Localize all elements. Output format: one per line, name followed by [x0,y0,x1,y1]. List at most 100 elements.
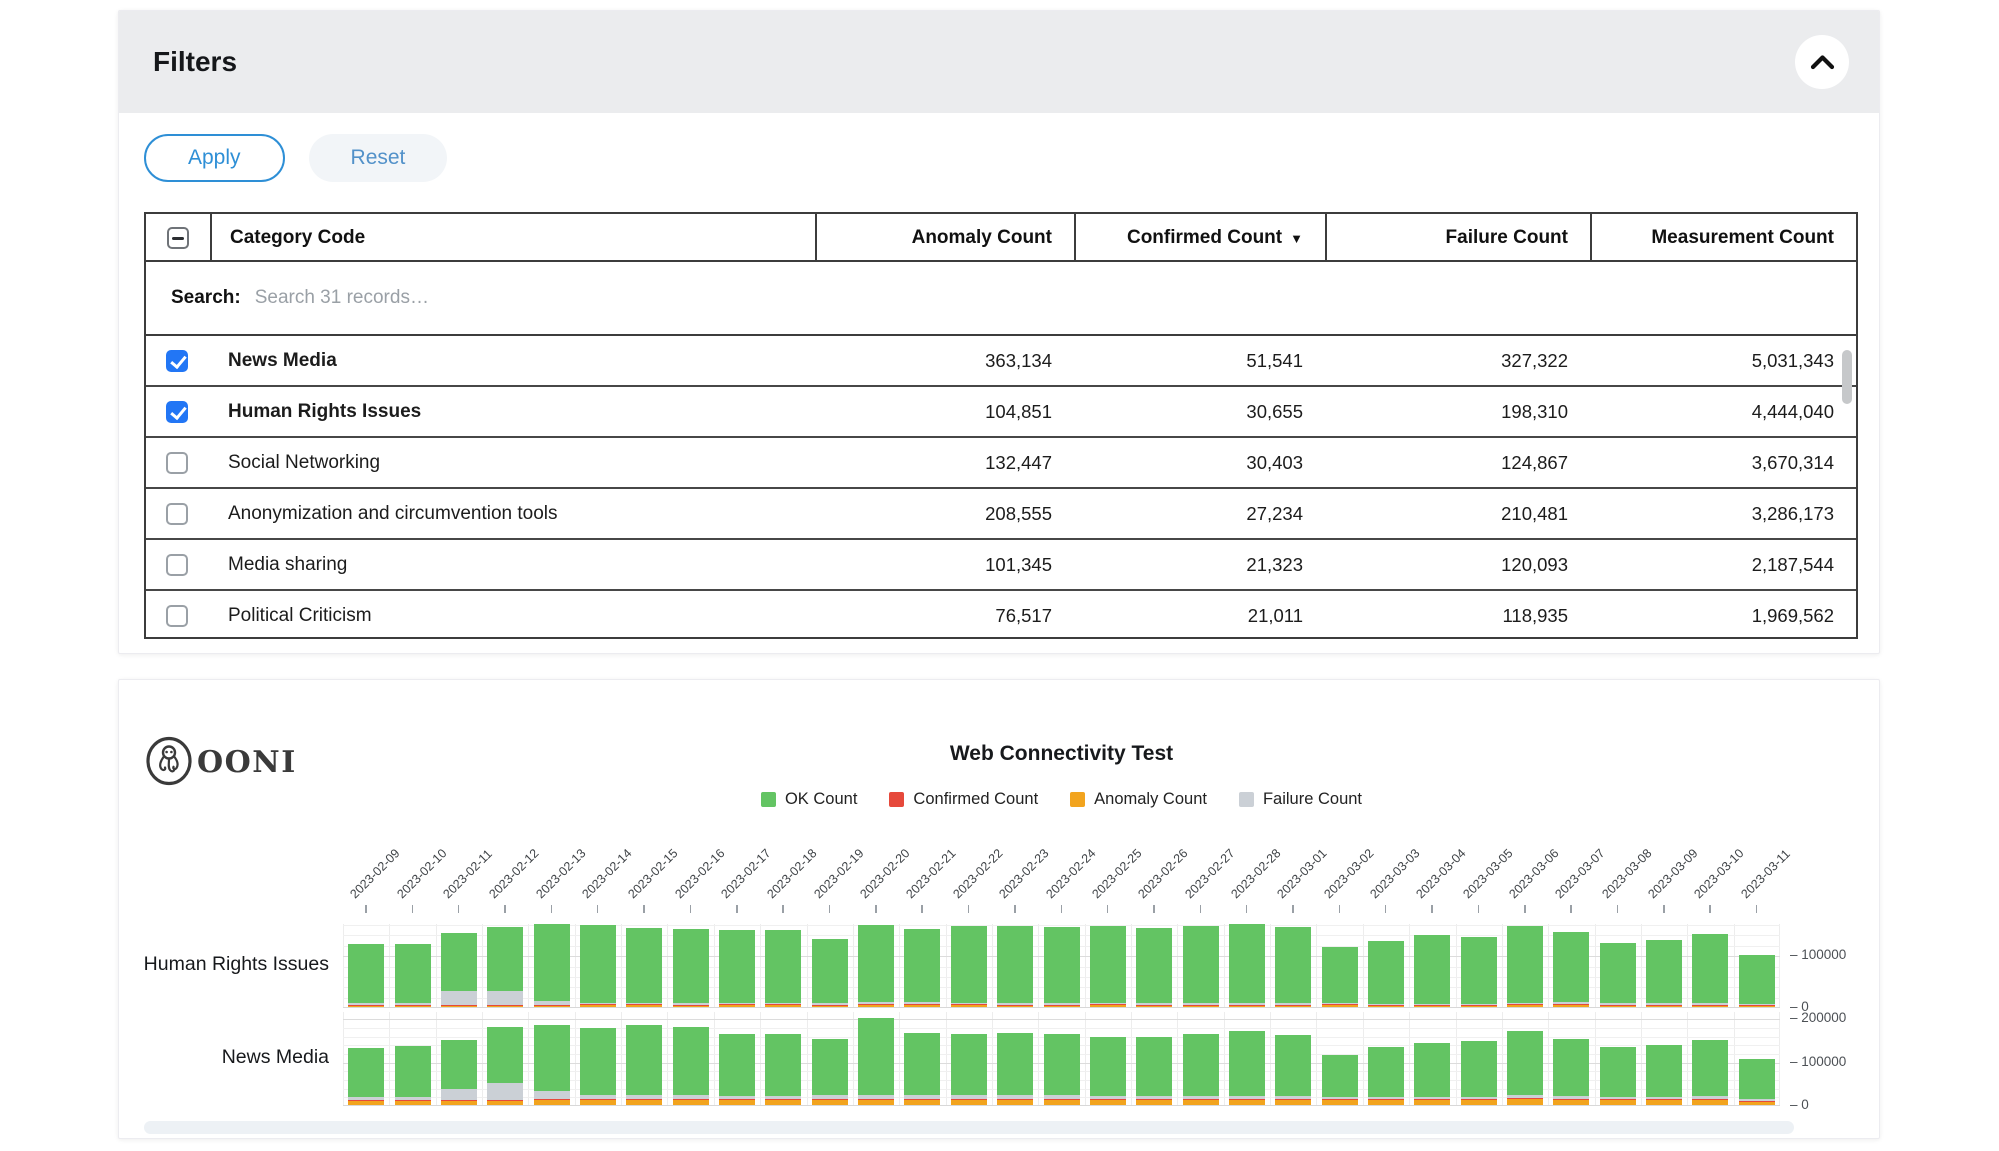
bar-segment-confirmed-count [441,1005,477,1006]
table-row[interactable]: Social Networking132,44730,403124,8673,6… [146,438,1856,489]
bar-segment-confirmed-count [1507,1004,1543,1005]
bar-segment-ok-count [1414,1043,1450,1098]
gridline-vertical [1641,924,1642,1007]
bar-segment-failure-count [534,1091,570,1099]
column-header-category-code[interactable]: Category Code [210,214,815,262]
bar-segment-confirmed-count [904,1004,940,1005]
table-row[interactable]: Political Criticism76,51721,011118,9351,… [146,591,1856,639]
bar-segment-confirmed-count [1229,1099,1265,1100]
search-label: Search: [171,287,241,309]
bar-segment-failure-count [441,1089,477,1100]
gridline-vertical [436,1012,437,1105]
gridline-vertical [1363,924,1364,1007]
column-header-measurement-count[interactable]: Measurement Count [1590,214,1856,262]
bar-segment-confirmed-count [1044,1005,1080,1006]
category-code-label: Political Criticism [210,605,815,627]
gridline-vertical [1177,1012,1178,1105]
measurement-count-value: 5,031,343 [1590,350,1856,372]
chart-title: Web Connectivity Test [343,742,1780,766]
row-checkbox-cell [146,554,210,576]
bar-segment-confirmed-count [1090,1004,1126,1005]
bar-segment-confirmed-count [626,1099,662,1100]
column-header-confirmed-count[interactable]: Confirmed Count ▼ [1074,214,1325,262]
x-axis-tick [1014,905,1016,913]
bar-segment-ok-count [534,924,570,1001]
bar-segment-failure-count [487,1083,523,1099]
row-checkbox[interactable] [166,554,188,576]
failure-count-value: 118,935 [1325,605,1590,627]
bar-segment-failure-count [348,1003,384,1005]
table-scrollbar-thumb[interactable] [1842,350,1852,404]
table-row[interactable]: News Media363,13451,541327,3225,031,343 [146,336,1856,387]
bar-segment-anomaly-count [858,1004,894,1007]
chart-row-label: News Media [119,1046,329,1069]
x-axis-tick [1617,905,1619,913]
x-axis-date-label: 2023-02-21 [904,846,960,902]
select-all-checkbox[interactable] [167,227,189,249]
bar-segment-anomaly-count [1739,1102,1775,1105]
bar-segment-failure-count [1553,1002,1589,1005]
bar-segment-ok-count [997,926,1033,1004]
bar-segment-ok-count [1183,1034,1219,1097]
bar-segment-ok-count [812,939,848,1004]
bar-segment-anomaly-count [1553,1005,1589,1007]
bar-segment-failure-count [1646,1097,1682,1099]
reset-button[interactable]: Reset [309,134,448,182]
bar-segment-confirmed-count [1322,1099,1358,1100]
table-row[interactable]: Anonymization and circumvention tools208… [146,489,1856,540]
bar-segment-failure-count [765,1096,801,1099]
y-axis-tick-label: – 200000 [1790,1010,1846,1025]
bar-segment-failure-count [1368,1097,1404,1099]
x-axis-tick [412,905,414,913]
bar-segment-ok-count [1507,1031,1543,1095]
apply-button[interactable]: Apply [144,134,285,182]
collapse-panel-button[interactable] [1795,35,1849,89]
gridline-vertical [1409,924,1410,1007]
anomaly-count-value: 132,447 [815,452,1074,474]
gridline-vertical [1502,1012,1503,1105]
x-axis-tick [597,905,599,913]
category-table: Category Code Anomaly Count Confirmed Co… [144,212,1858,639]
gridline-vertical [992,924,993,1007]
confirmed-count-value: 27,234 [1074,503,1325,525]
anomaly-count-value: 76,517 [815,605,1074,627]
x-axis-date-label: 2023-02-16 [672,846,728,902]
bar-segment-failure-count [1229,1003,1265,1005]
column-header-anomaly-count[interactable]: Anomaly Count [815,214,1074,262]
bar-segment-failure-count [1044,1003,1080,1005]
bar-segment-failure-count [1090,1003,1126,1005]
x-axis-date-label: 2023-03-08 [1599,846,1655,902]
bar-segment-anomaly-count [1090,1005,1126,1007]
bar-segment-anomaly-count [719,1100,755,1105]
bar-segment-ok-count [580,1028,616,1095]
failure-count-value: 124,867 [1325,452,1590,474]
gridline-vertical [482,1012,483,1105]
x-axis-tick [1200,905,1202,913]
gridline-vertical [528,924,529,1007]
column-header-failure-count[interactable]: Failure Count [1325,214,1590,262]
bar-segment-anomaly-count [719,1005,755,1007]
row-checkbox[interactable] [166,503,188,525]
legend-swatch-failure-icon [1239,792,1254,807]
bar-segment-confirmed-count [1739,1005,1775,1006]
bar-segment-ok-count [1090,1037,1126,1096]
bar-segment-confirmed-count [1553,1099,1589,1100]
gridline-vertical [621,1012,622,1105]
row-checkbox[interactable] [166,350,188,372]
bar-segment-failure-count [812,1003,848,1005]
row-checkbox[interactable] [166,401,188,423]
x-axis-date-label: 2023-02-19 [811,846,867,902]
sort-desc-icon: ▼ [1290,231,1303,246]
bar-segment-anomaly-count [951,1100,987,1105]
bar-segment-anomaly-count [1136,1005,1172,1007]
bar-segment-ok-count [673,1027,709,1096]
chart-scrollbar[interactable] [144,1121,1794,1134]
search-input[interactable] [253,286,953,310]
row-checkbox[interactable] [166,452,188,474]
row-checkbox[interactable] [166,605,188,627]
bar-segment-anomaly-count [1692,1005,1728,1007]
x-axis-date-label: 2023-02-09 [348,846,404,902]
table-row[interactable]: Media sharing101,34521,323120,0932,187,5… [146,540,1856,591]
table-row[interactable]: Human Rights Issues104,85130,655198,3104… [146,387,1856,438]
x-axis-tick [1663,905,1665,913]
